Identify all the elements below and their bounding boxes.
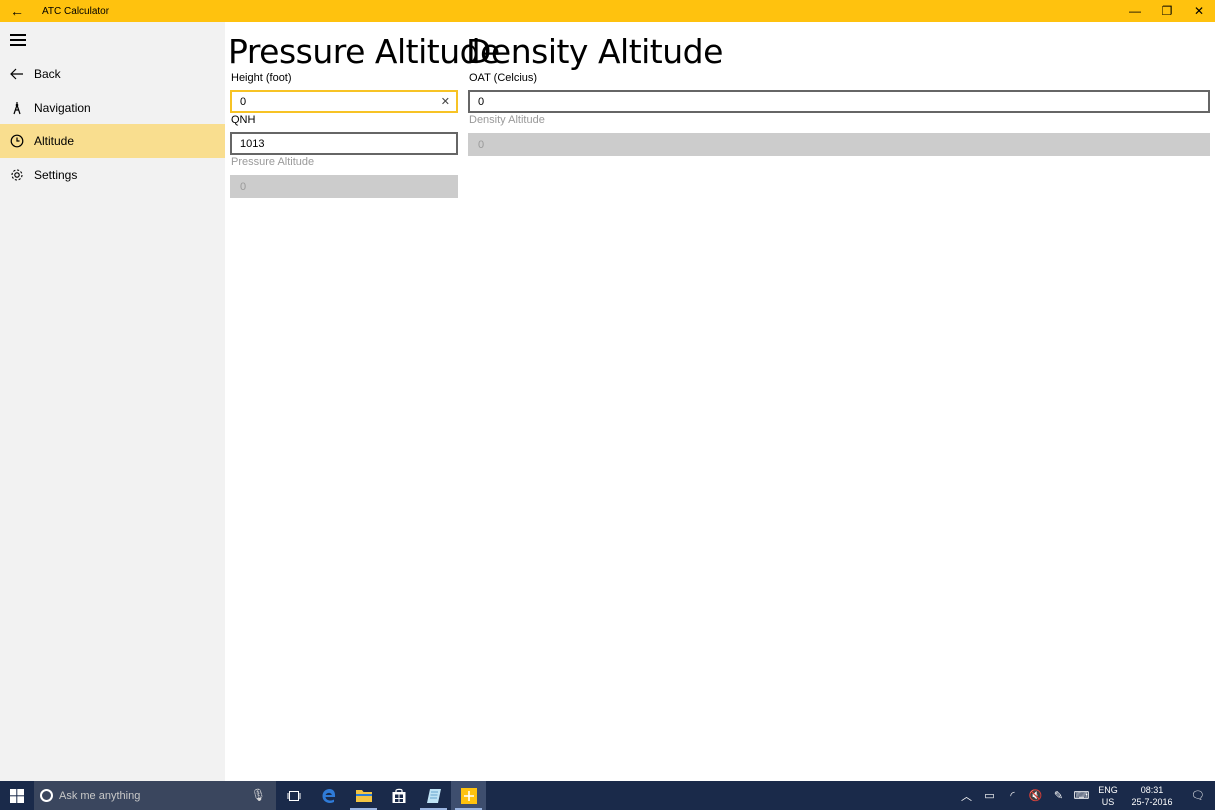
height-label: Height (foot)	[231, 72, 292, 84]
qnh-label: QNH	[231, 114, 256, 126]
notifications-icon[interactable]: 🗨	[1181, 789, 1215, 802]
language-code: ENG	[1098, 784, 1118, 795]
density-altitude-result-label: Density Altitude	[469, 114, 545, 126]
sidebar-item-navigation[interactable]: Navigation	[0, 91, 225, 125]
oat-input[interactable]: 0	[468, 90, 1210, 113]
density-altitude-heading: Density Altitude	[466, 32, 723, 71]
atc-calculator-taskbar-icon[interactable]	[451, 781, 486, 810]
sidebar-item-label: Altitude	[34, 134, 75, 148]
density-altitude-value: 0	[478, 138, 485, 151]
file-explorer-icon[interactable]	[346, 781, 381, 810]
sidebar-item-label: Settings	[34, 168, 78, 182]
close-button[interactable]: ✕	[1183, 0, 1215, 22]
pressure-altitude-result-label: Pressure Altitude	[231, 156, 315, 168]
clock-icon	[0, 134, 34, 148]
search-placeholder: Ask me anything	[59, 789, 141, 802]
pen-icon[interactable]: ✎	[1047, 789, 1070, 802]
pressure-altitude-heading: Pressure Altitude	[228, 32, 500, 71]
store-icon[interactable]	[381, 781, 416, 810]
clock-time: 08:31	[1140, 784, 1164, 795]
cortana-search-box[interactable]: Ask me anything 🎙	[34, 781, 276, 810]
sidebar-item-label: Navigation	[34, 101, 91, 115]
height-value: 0	[240, 95, 247, 108]
windows-start-button[interactable]	[0, 781, 34, 810]
pressure-altitude-value: 0	[240, 180, 247, 193]
window-title: ATC Calculator	[42, 5, 110, 17]
window-controls: — ❐ ✕	[1119, 0, 1215, 22]
input-language[interactable]: ENG US	[1093, 784, 1123, 808]
oat-label: OAT (Celcius)	[469, 72, 538, 84]
tablet-mode-icon[interactable]: ▭	[978, 789, 1001, 802]
gear-icon	[0, 168, 34, 182]
sidebar-item-back[interactable]: Back	[0, 57, 225, 91]
sidebar-item-label: Back	[34, 67, 61, 81]
title-bar: ← ATC Calculator — ❐ ✕	[0, 0, 1215, 22]
title-back-button[interactable]: ←	[0, 0, 34, 22]
clock-date: 25-7-2016	[1131, 796, 1173, 807]
keyboard-icon[interactable]: ⌨	[1070, 789, 1093, 802]
sidebar-item-altitude[interactable]: Altitude	[0, 124, 225, 158]
maximize-button[interactable]: ❐	[1151, 0, 1183, 22]
cortana-icon	[40, 789, 53, 802]
language-region: US	[1101, 796, 1115, 807]
qnh-value: 1013	[240, 137, 265, 150]
windows-logo-icon	[10, 788, 24, 803]
notepad-app-icon[interactable]	[416, 781, 451, 810]
system-tray: ︿ ▭ ◜ 🔇 ✎ ⌨ ENG US 08:31 25-7-2016 🗨	[955, 781, 1215, 810]
wifi-icon[interactable]: ◜	[1001, 789, 1024, 802]
oat-value: 0	[478, 95, 485, 108]
sidebar: Back Navigation Altitude Settings	[0, 22, 225, 781]
system-clock[interactable]: 08:31 25-7-2016	[1123, 784, 1181, 808]
qnh-input[interactable]: 1013	[230, 132, 458, 155]
edge-browser-icon[interactable]	[311, 781, 346, 810]
main-content: Pressure Altitude Height (foot) 0 ✕ QNH …	[225, 22, 1215, 781]
volume-muted-icon[interactable]: 🔇	[1024, 789, 1047, 802]
clear-icon[interactable]: ✕	[441, 95, 450, 108]
hamburger-menu-icon[interactable]	[10, 34, 26, 46]
pressure-altitude-output: 0	[230, 175, 458, 198]
minimize-button[interactable]: —	[1119, 0, 1151, 22]
sidebar-item-settings[interactable]: Settings	[0, 158, 225, 192]
chevron-up-icon[interactable]: ︿	[955, 788, 978, 804]
taskbar: Ask me anything 🎙 ︿ ▭ ◜ 🔇 ✎ ⌨ ENG US 08:…	[0, 781, 1215, 810]
back-arrow-icon	[0, 68, 34, 80]
height-input[interactable]: 0 ✕	[230, 90, 458, 113]
density-altitude-output: 0	[468, 133, 1210, 156]
microphone-icon[interactable]: 🎙	[251, 788, 266, 802]
compass-icon	[0, 101, 34, 115]
task-view-icon[interactable]	[276, 781, 311, 810]
